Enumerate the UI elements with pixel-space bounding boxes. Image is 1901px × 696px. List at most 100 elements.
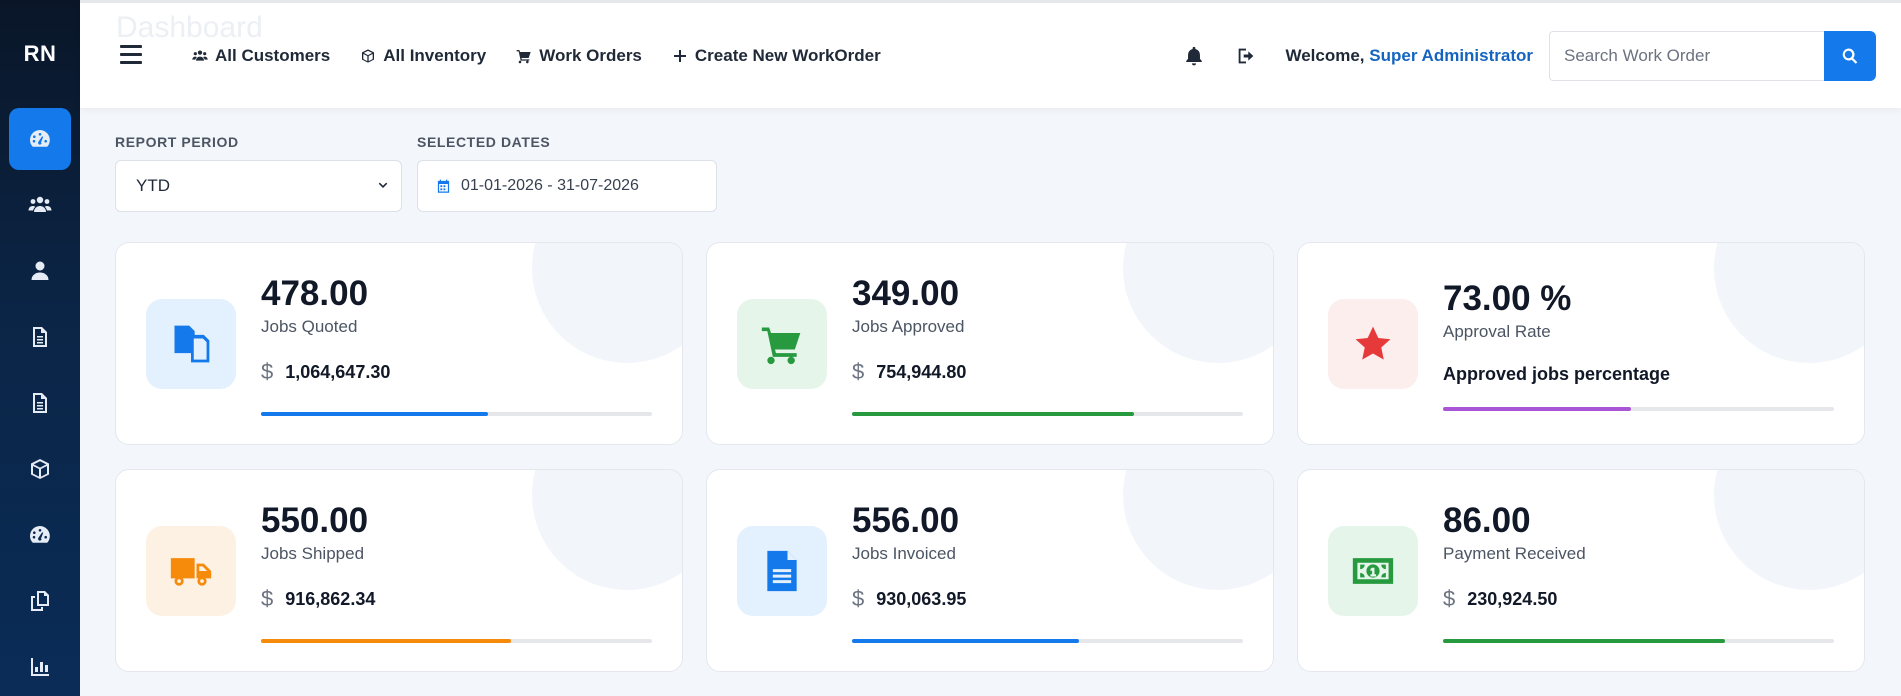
stat-label: Jobs Invoiced: [852, 544, 956, 563]
welcome-text: Welcome, Super Administrator: [1285, 46, 1533, 66]
selected-dates-label: SELECTED DATES: [417, 134, 551, 150]
stat-label: Payment Received: [1443, 544, 1586, 563]
date-range-picker[interactable]: 01-01-2026 - 31-07-2026: [417, 160, 717, 212]
nav-label: Work Orders: [539, 45, 642, 65]
stat-card-jobs-quoted[interactable]: 478.00 Jobs Quoted $ 1,064,647.30: [115, 242, 683, 445]
sidebar-nav: [0, 108, 80, 696]
copy-icon: [31, 591, 49, 611]
search-form: [1549, 30, 1876, 81]
document-alt-icon: [33, 393, 47, 413]
file-icon: [767, 550, 797, 592]
card-icon-tile: [1328, 299, 1418, 389]
card-icon-tile: [737, 299, 827, 389]
selected-dates-group: SELECTED DATES 01-01-2026 - 31-07-2026: [417, 134, 717, 212]
stat-amount: $ 930,063.95: [852, 586, 1243, 612]
currency-symbol: $: [261, 359, 274, 384]
search-icon: [1842, 48, 1858, 64]
report-period-label: REPORT PERIOD: [115, 134, 239, 150]
progress-bar: [261, 639, 652, 643]
money-icon: [1352, 558, 1394, 584]
palette-icon: [30, 526, 50, 543]
calendar-icon: [437, 179, 450, 193]
report-period-value: YTD: [136, 176, 170, 195]
brand-logo[interactable]: RN: [0, 0, 80, 108]
sidebar-item-dashboard[interactable]: [9, 108, 71, 170]
cart-icon: [761, 327, 801, 365]
currency-symbol: $: [261, 586, 274, 611]
amount-value: 230,924.50: [1467, 588, 1558, 609]
progress-bar: [852, 639, 1243, 643]
stat-card-jobs-shipped[interactable]: 550.00 Jobs Shipped $ 916,862.34: [115, 469, 683, 672]
sidebar-item-colors[interactable]: [9, 504, 71, 566]
currency-symbol: $: [1443, 586, 1456, 611]
sidebar-item-customers[interactable]: [9, 174, 71, 236]
report-period-select[interactable]: YTD: [115, 160, 402, 212]
cart-icon: [516, 49, 531, 63]
stat-value: 550.00: [261, 501, 369, 540]
stat-label: Jobs Quoted: [261, 317, 358, 336]
card-icon-tile: [146, 526, 236, 616]
box-icon: [31, 459, 49, 479]
stat-card-jobs-approved[interactable]: 349.00 Jobs Approved $ 754,944.80: [706, 242, 1274, 445]
nav-create-workorder[interactable]: Create New WorkOrder: [672, 46, 881, 66]
stat-value: 556.00: [852, 501, 960, 540]
menu-toggle-button[interactable]: [120, 45, 142, 65]
nav-label: All Customers: [215, 45, 331, 65]
progress-fill: [852, 412, 1134, 416]
amount-value: 930,063.95: [876, 588, 967, 609]
stat-value: 86.00: [1443, 501, 1531, 540]
stat-note: Approved jobs percentage: [1443, 364, 1671, 384]
sidebar-item-reports[interactable]: [9, 372, 71, 434]
sidebar-item-user[interactable]: [9, 240, 71, 302]
progress-bar: [1443, 407, 1834, 411]
date-range-value: 01-01-2026 - 31-07-2026: [461, 177, 639, 194]
card-body: 349.00 Jobs Approved $ 754,944.80: [852, 273, 1243, 385]
stat-card-payment-received[interactable]: 86.00 Payment Received $ 230,924.50: [1297, 469, 1865, 672]
progress-fill: [1443, 639, 1725, 643]
nav-work-orders[interactable]: Work Orders: [516, 46, 642, 66]
card-body: 86.00 Payment Received $ 230,924.50: [1443, 500, 1834, 612]
stat-card-jobs-invoiced[interactable]: 556.00 Jobs Invoiced $ 930,063.95: [706, 469, 1274, 672]
report-period-group: REPORT PERIOD YTD: [115, 134, 402, 212]
search-button[interactable]: [1824, 30, 1876, 81]
stat-label: Jobs Shipped: [261, 544, 365, 563]
amount-value: 916,862.34: [285, 588, 376, 609]
logout-button[interactable]: [1233, 43, 1259, 69]
user-icon: [31, 261, 49, 280]
nav-all-customers[interactable]: All Customers: [192, 46, 330, 66]
amount-value: 1,064,647.30: [285, 361, 391, 382]
welcome-prefix: Welcome,: [1285, 45, 1370, 65]
box-icon: [362, 48, 375, 63]
nav-label: All Inventory: [383, 45, 487, 65]
notifications-button[interactable]: [1181, 43, 1207, 69]
nav-label: Create New WorkOrder: [694, 45, 881, 65]
progress-fill: [261, 639, 512, 643]
nav-all-inventory[interactable]: All Inventory: [360, 46, 486, 66]
sidebar-item-inventory[interactable]: [9, 438, 71, 500]
card-body: 478.00 Jobs Quoted $ 1,064,647.30: [261, 273, 652, 385]
topbar: Dashboard All Customers All Inventory Wo…: [80, 0, 1901, 108]
search-input[interactable]: [1549, 30, 1824, 81]
card-body: 550.00 Jobs Shipped $ 916,862.34: [261, 500, 652, 612]
sidebar: RN: [0, 0, 80, 696]
sidebar-item-analytics[interactable]: [9, 636, 71, 696]
logout-icon: [1239, 48, 1254, 63]
sidebar-item-documents[interactable]: [9, 306, 71, 368]
plus-icon: [673, 49, 686, 62]
card-icon-tile: [737, 526, 827, 616]
topbar-actions: Welcome, Super Administrator: [1181, 3, 1876, 108]
report-filters: REPORT PERIOD YTD SELECTED DATES 01-01-2…: [115, 134, 717, 212]
currency-symbol: $: [852, 586, 865, 611]
bar-chart-icon: [31, 658, 49, 676]
chevron-down-icon: [378, 182, 388, 188]
stat-value: 349.00: [852, 274, 960, 313]
gauge-icon: [30, 130, 50, 147]
card-icon-tile: [146, 299, 236, 389]
stat-card-approval-rate[interactable]: 73.00 % Approval Rate Approved jobs perc…: [1297, 242, 1865, 445]
user-name-link[interactable]: Super Administrator: [1369, 46, 1533, 65]
sidebar-item-copies[interactable]: [9, 570, 71, 632]
stat-label: Jobs Approved: [852, 317, 965, 336]
progress-fill: [261, 412, 488, 416]
hamburger-icon-line: [120, 61, 142, 64]
card-body: 556.00 Jobs Invoiced $ 930,063.95: [852, 500, 1243, 612]
